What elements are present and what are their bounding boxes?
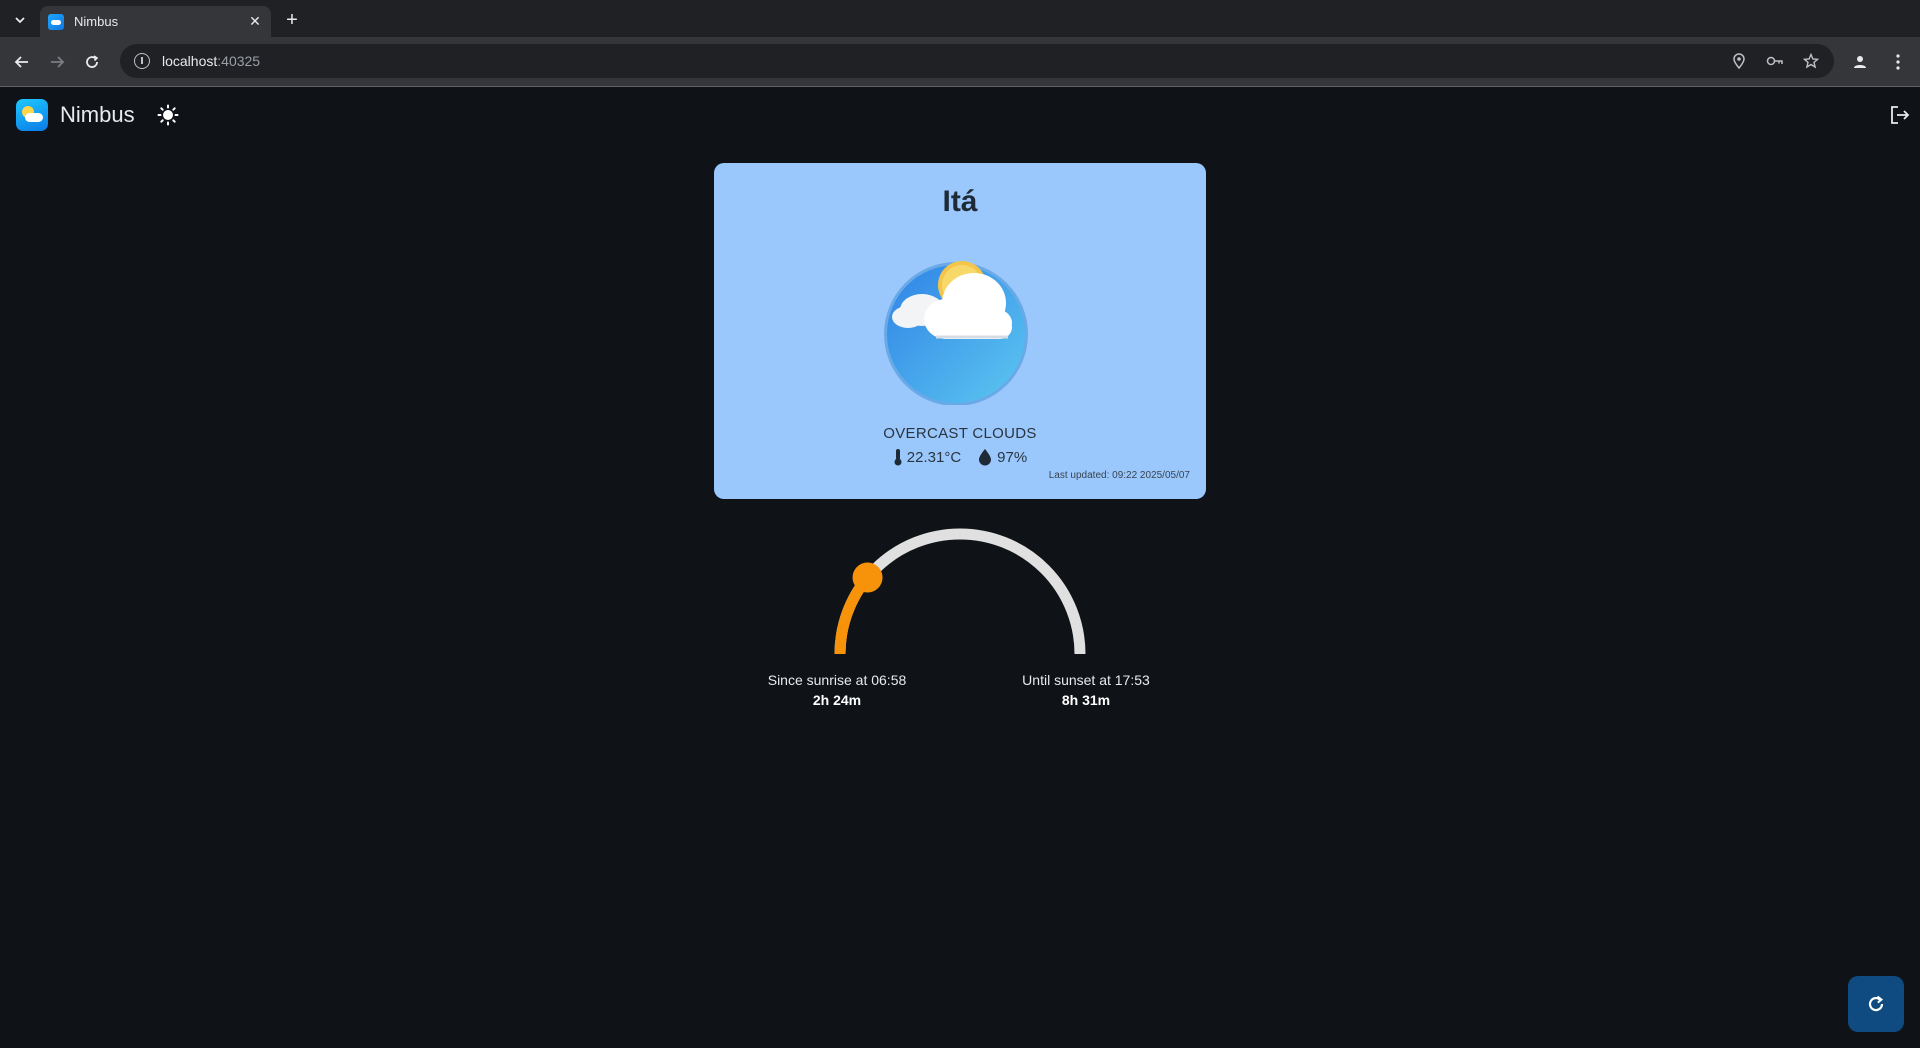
droplet-icon (979, 449, 992, 466)
browser-menu-button[interactable] (1886, 50, 1910, 74)
site-info-icon[interactable] (134, 53, 150, 69)
refresh-icon (1868, 995, 1884, 1012)
theme-toggle-button[interactable] (156, 103, 180, 127)
back-button[interactable] (10, 50, 34, 74)
sunset-label: Until sunset at 17:53 (1022, 672, 1150, 688)
arrow-right-icon (51, 56, 65, 68)
logout-icon (1891, 106, 1910, 124)
app-header: Nimbus (0, 87, 1920, 143)
browser-toolbar: localhost:40325 (0, 37, 1920, 87)
chevron-down-icon (15, 17, 25, 24)
logout-button[interactable] (1888, 103, 1912, 127)
forward-button[interactable] (45, 50, 69, 74)
arc-track (834, 528, 1086, 655)
url-host: localhost (162, 53, 218, 69)
star-icon[interactable] (1802, 52, 1820, 70)
thermometer-icon (894, 449, 902, 466)
browser-tabstrip: Nimbus ✕ + (0, 0, 1920, 37)
favicon-icon (48, 13, 64, 30)
arrow-left-icon (14, 56, 28, 68)
omnibox-actions (1730, 52, 1820, 70)
location-pin-icon[interactable] (1730, 52, 1748, 70)
app-logo-icon (16, 99, 48, 131)
address-bar[interactable]: localhost:40325 (120, 44, 1834, 78)
sun-progress-arc (834, 528, 1086, 655)
reload-icon (86, 55, 99, 68)
sunrise-elapsed: 2h 24m (812, 692, 862, 708)
reload-button[interactable] (80, 50, 104, 74)
weather-condition: OVERCAST CLOUDS (883, 425, 1037, 442)
close-icon[interactable]: ✕ (247, 13, 263, 30)
key-icon[interactable] (1766, 52, 1784, 70)
tab-search-button[interactable] (6, 8, 34, 32)
last-updated: Last updated: 09:22 2025/05/07 (1048, 470, 1190, 481)
refresh-button[interactable] (1848, 976, 1904, 1032)
app-name: Nimbus (60, 102, 135, 127)
more-vertical-icon (1896, 54, 1900, 70)
overcast-clouds-icon (884, 261, 1028, 405)
new-tab-button[interactable]: + (280, 8, 304, 32)
weather-metrics: 22.31°C 97% (714, 448, 1206, 466)
city-name: Itá (942, 185, 978, 218)
temperature-value: 22.31°C (906, 448, 962, 466)
humidity-value: 97% (997, 448, 1028, 466)
url-port: :40325 (217, 53, 261, 69)
temperature-metric: 22.31°C (893, 448, 961, 466)
humidity-metric: 97% (977, 448, 1027, 466)
sunrise-label: Since sunrise at 06:58 (767, 672, 907, 688)
sun-icon (157, 104, 179, 126)
sunset-remaining: 8h 31m (1061, 692, 1111, 708)
profile-button[interactable] (1848, 50, 1872, 74)
sun-position-marker (852, 562, 883, 593)
browser-tab[interactable]: Nimbus ✕ (40, 6, 271, 37)
tab-title: Nimbus (74, 14, 119, 29)
person-icon (1854, 56, 1866, 68)
weather-card: Itá OVERCAST CLOUDS 22.31°C 97% Last upd… (714, 163, 1206, 499)
